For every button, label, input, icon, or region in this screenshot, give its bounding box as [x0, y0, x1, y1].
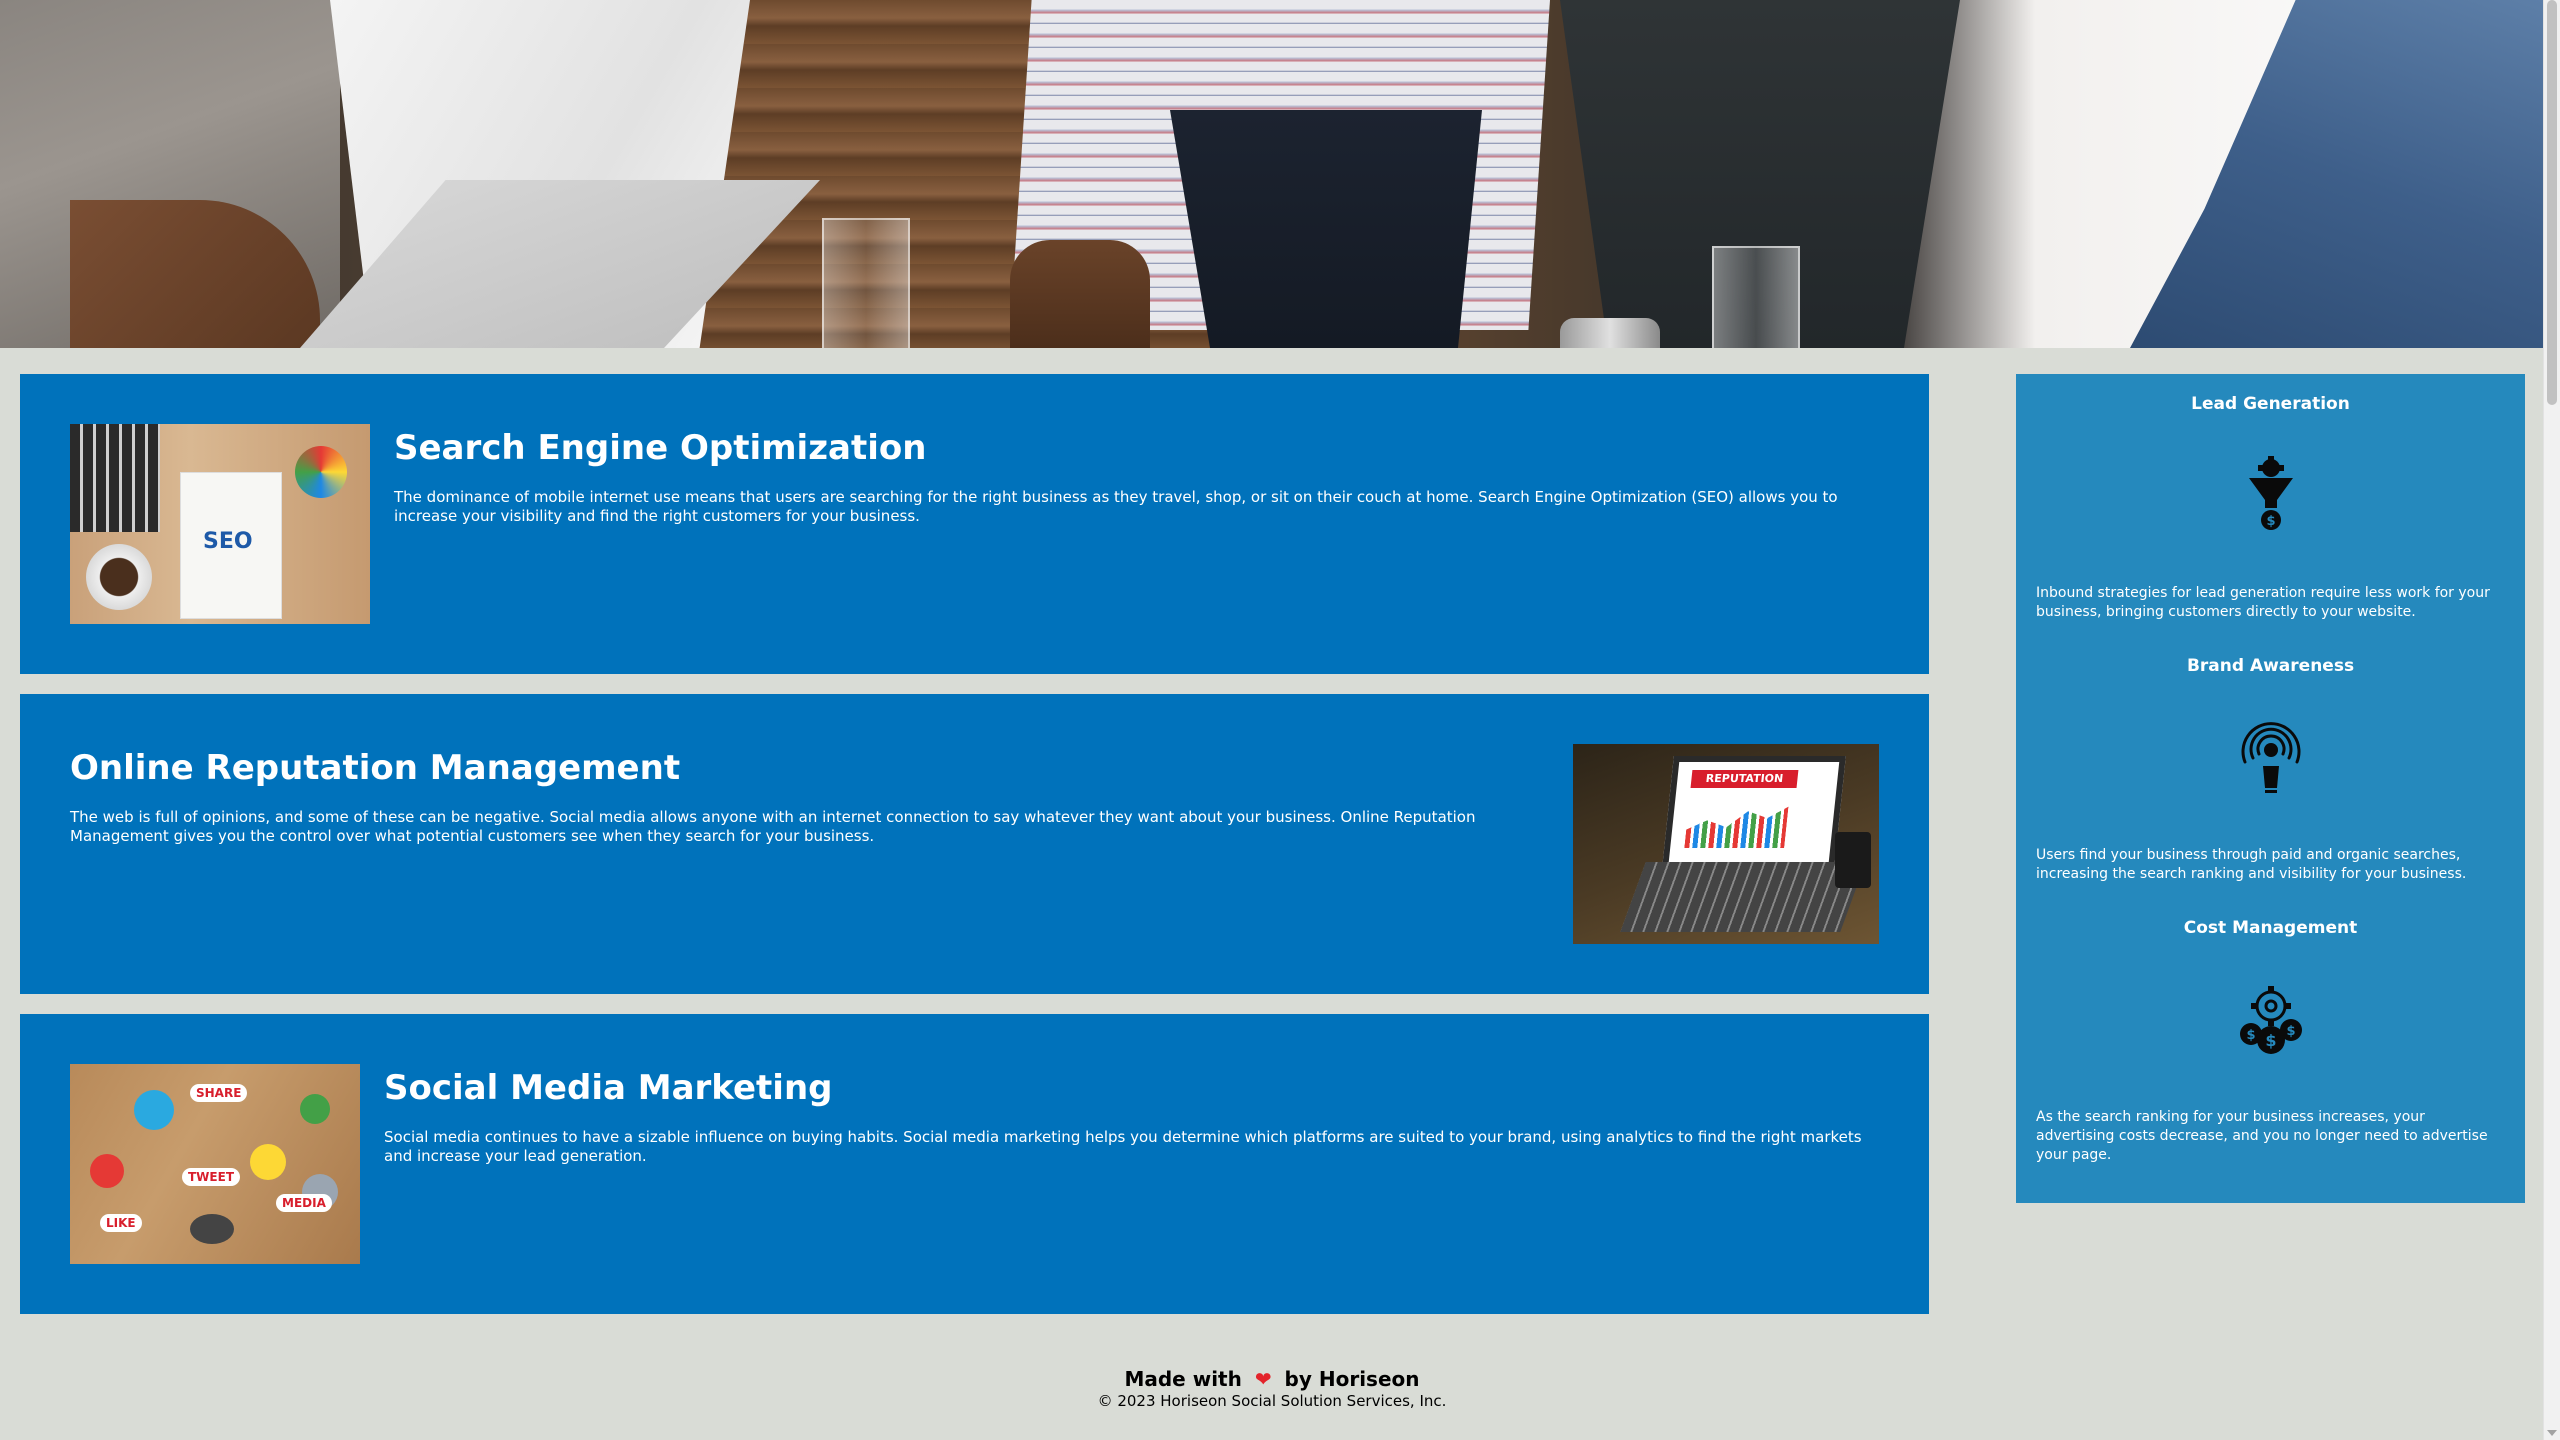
svg-text:$: $ — [2246, 1028, 2255, 1043]
funnel-dollar-icon: $ — [2249, 456, 2293, 530]
social-word-media: MEDIA — [276, 1194, 332, 1212]
copyright: © 2023 Horiseon Social Solution Services… — [1097, 1392, 1447, 1410]
social-word-tweet: TWEET — [182, 1168, 241, 1186]
seo-image: SEO — [70, 424, 370, 624]
card-title: Social Media Marketing — [384, 1068, 833, 1108]
made-with-text: Made with — [1124, 1367, 1242, 1391]
seo-image-text: SEO — [203, 529, 253, 554]
lightbulb-icon — [2241, 722, 2301, 793]
scroll-down-arrow-icon[interactable] — [2547, 1430, 2557, 1436]
social-media-marketing-card: SHARE TWEET LIKE MEDIA Social Media Mark… — [20, 1014, 1929, 1314]
gear-coins-icon: $ $ $ — [2240, 986, 2302, 1054]
benefit-title: Cost Management — [2183, 918, 2358, 938]
reputation-image: REPUTATION — [1573, 744, 1879, 944]
vertical-scrollbar[interactable] — [2543, 0, 2560, 1440]
benefit-cost-management: Cost Management $ $ $ As the search rank… — [2016, 898, 2525, 1163]
heart-icon: ❤ — [1254, 1367, 1272, 1391]
card-title: Online Reputation Management — [70, 748, 681, 788]
svg-text:$: $ — [2266, 514, 2275, 529]
card-body: The web is full of opinions, and some of… — [70, 808, 1476, 845]
made-with-line: Made with ❤ by Horiseon — [0, 1366, 2544, 1392]
social-media-image: SHARE TWEET LIKE MEDIA — [70, 1064, 360, 1264]
benefit-body: Users find your business through paid an… — [2036, 847, 2467, 882]
svg-text:$: $ — [2286, 1024, 2295, 1039]
svg-text:$: $ — [2265, 1031, 2276, 1050]
benefit-title: Lead Generation — [2191, 394, 2350, 414]
benefits-sidebar: Lead Generation $ Inbound strategies for… — [2016, 374, 2525, 1203]
benefit-body: As the search ranking for your business … — [2036, 1109, 2488, 1163]
scrollbar-thumb[interactable] — [2547, 0, 2557, 405]
page: SEO Search Engine Optimization The domin… — [0, 0, 2560, 1440]
footer: Made with ❤ by Horiseon © 2023 Horiseon … — [0, 1366, 2544, 1410]
reputation-image-text: REPUTATION — [1690, 770, 1799, 788]
card-body: The dominance of mobile internet use mea… — [394, 488, 1838, 525]
benefit-title: Brand Awareness — [2186, 656, 2355, 676]
benefit-brand-awareness: Brand Awareness Users find your business… — [2016, 636, 2525, 898]
benefit-body: Inbound strategies for lead generation r… — [2036, 585, 2490, 620]
card-title: Search Engine Optimization — [394, 428, 927, 468]
social-word-like: LIKE — [100, 1214, 142, 1232]
card-body: Social media continues to have a sizable… — [384, 1128, 1862, 1165]
online-reputation-management-card: Online Reputation Management The web is … — [20, 694, 1929, 994]
hero-image — [0, 0, 2544, 348]
benefit-lead-generation: Lead Generation $ Inbound strategies for… — [2016, 374, 2525, 636]
social-word-share: SHARE — [190, 1084, 248, 1102]
by-horiseon-text: by Horiseon — [1284, 1367, 1420, 1391]
search-engine-optimization-card: SEO Search Engine Optimization The domin… — [20, 374, 1929, 674]
